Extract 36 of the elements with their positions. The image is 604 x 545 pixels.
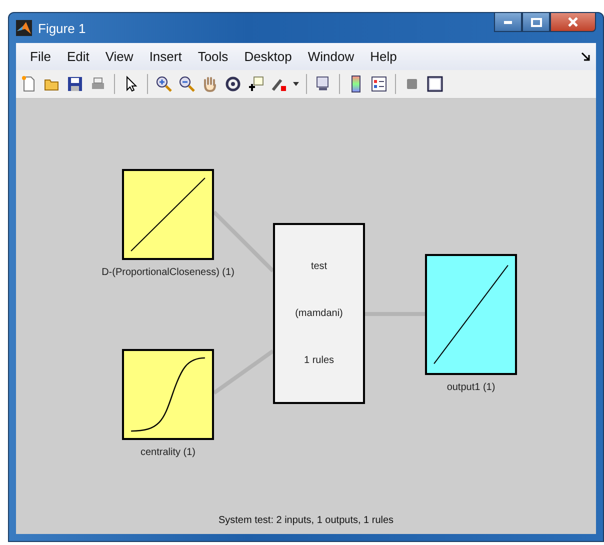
dock-arrow-icon[interactable] [581, 52, 590, 61]
rotate-icon[interactable] [223, 74, 243, 94]
connector-line [212, 349, 274, 395]
zoom-out-icon[interactable] [177, 74, 197, 94]
maximize-icon [530, 18, 542, 26]
system-node[interactable]: test (mamdani) 1 rules [273, 223, 365, 404]
menu-item[interactable]: Help [362, 49, 405, 64]
zoom-in-icon[interactable] [154, 74, 174, 94]
menu-item[interactable]: File [22, 49, 59, 64]
input-label: centrality (1) [140, 447, 196, 458]
legend-icon[interactable] [369, 74, 389, 94]
data-cursor-icon[interactable] [246, 74, 266, 94]
input-node[interactable] [122, 349, 214, 440]
minimize-button[interactable] [494, 12, 522, 32]
menu-item[interactable]: Window [300, 49, 362, 64]
system-type: (mamdani) [295, 308, 343, 319]
minimize-icon [504, 20, 512, 24]
output-label: output1 (1) [446, 382, 496, 393]
window-frame-icon[interactable] [425, 74, 445, 94]
window-title: Figure 1 [38, 20, 86, 36]
maximize-button[interactable] [522, 12, 550, 32]
status-text: System test: 2 inputs, 1 outputs, 1 rules [218, 515, 394, 526]
system-name: test [310, 261, 328, 272]
close-button[interactable] [550, 12, 596, 32]
app-logo-icon [16, 20, 32, 36]
menu-item[interactable]: Desktop [236, 49, 300, 64]
menu-item[interactable]: View [97, 49, 142, 64]
menu-item[interactable]: Insert [141, 49, 190, 64]
input-node[interactable] [122, 169, 214, 260]
output-node[interactable] [425, 254, 517, 375]
save-icon[interactable] [65, 74, 85, 94]
input-label: D-(ProportionalCloseness) (1) [102, 267, 234, 278]
close-icon [568, 17, 578, 27]
rule-count: 1 rules [304, 355, 334, 366]
menu-item[interactable]: Edit [58, 49, 98, 64]
menu-item[interactable]: Tools [190, 49, 236, 64]
